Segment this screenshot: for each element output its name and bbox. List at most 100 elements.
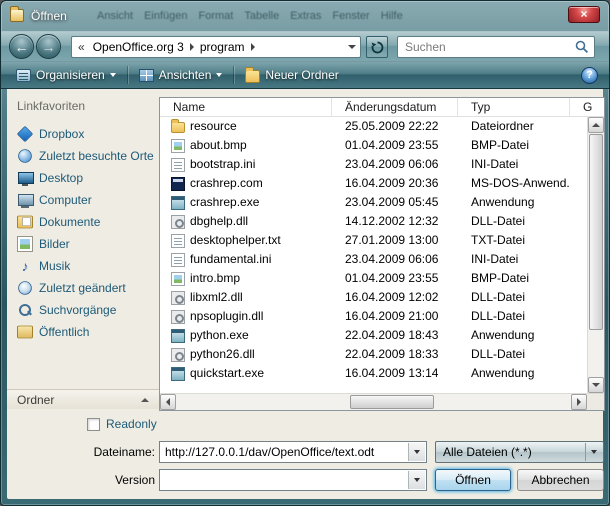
back-button[interactable]: ←	[9, 34, 34, 59]
scroll-left-button[interactable]	[160, 394, 176, 410]
file-size-cell	[570, 250, 587, 269]
documents-icon	[17, 216, 33, 229]
sidebar-item[interactable]: Dokumente	[17, 211, 159, 233]
column-header[interactable]: Name	[160, 98, 332, 116]
dll-icon	[171, 348, 185, 362]
file-name-cell: python.exe	[160, 326, 332, 345]
file-row[interactable]: bootstrap.ini23.04.2009 06:06INI-Datei	[160, 155, 587, 174]
file-row[interactable]: resource25.05.2009 22:22Dateiordner	[160, 117, 587, 136]
version-combobox[interactable]	[159, 469, 427, 491]
search-icon[interactable]	[575, 40, 589, 54]
breadcrumb-separator-icon[interactable]	[190, 43, 194, 51]
filetype-combobox[interactable]: Alle Dateien (*.*)	[435, 441, 604, 463]
scroll-up-button[interactable]	[588, 117, 604, 133]
vertical-scroll-thumb[interactable]	[589, 134, 603, 330]
file-row[interactable]: crashrep.com16.04.2009 20:36MS-DOS-Anwen…	[160, 174, 587, 193]
filename-row: Dateiname: Alle Dateien (*.*)	[7, 441, 603, 463]
column-header[interactable]: Änderungsdatum	[332, 98, 458, 116]
sidebar-item[interactable]: Öffentlich	[17, 321, 159, 343]
sidebar-item[interactable]: Zuletzt geändert	[17, 277, 159, 299]
file-row[interactable]: dbghelp.dll14.12.2002 12:32DLL-Datei	[160, 212, 587, 231]
arrow-left-icon	[166, 398, 170, 406]
organize-button[interactable]: Organisieren	[7, 65, 125, 85]
file-row[interactable]: python26.dll22.04.2009 18:33DLL-Datei	[160, 345, 587, 364]
file-date-cell: 25.05.2009 22:22	[332, 117, 458, 136]
forward-button[interactable]: →	[36, 34, 61, 59]
filename-input[interactable]	[160, 445, 426, 459]
column-header[interactable]: Typ	[458, 98, 570, 116]
horizontal-scrollbar[interactable]	[160, 394, 587, 410]
file-type-cell: MS-DOS-Anwend...	[458, 174, 570, 193]
sidebar-item[interactable]: Zuletzt besuchte Orte	[17, 145, 159, 167]
file-row[interactable]: quickstart.exe16.04.2009 13:14Anwendung	[160, 364, 587, 383]
address-history-dropdown-icon[interactable]	[348, 45, 356, 49]
sidebar-item[interactable]: ♪Musik	[17, 255, 159, 277]
horizontal-scroll-track[interactable]	[176, 394, 571, 410]
file-row[interactable]: npsoplugin.dll16.04.2009 21:00DLL-Datei	[160, 307, 587, 326]
file-type-cell: TXT-Datei	[458, 231, 570, 250]
file-date-cell: 23.04.2009 05:45	[332, 193, 458, 212]
open-button[interactable]: Öffnen	[435, 469, 511, 491]
title-bar[interactable]: Öffnen AnsichtEinfügenFormatTabelleExtra…	[1, 1, 609, 31]
sidebar-item-label: Computer	[39, 193, 92, 207]
sidebar-item-label: Zuletzt geändert	[39, 281, 126, 295]
new-folder-button[interactable]: Neuer Ordner	[236, 65, 347, 86]
command-toolbar: Organisieren Ansichten Neuer Ordner ?	[1, 61, 609, 89]
background-menu-item: Extras	[290, 10, 321, 22]
column-header[interactable]: G	[570, 98, 604, 116]
file-list: NameÄnderungsdatumTypG resource25.05.200…	[159, 97, 605, 411]
background-menu-item: Ansicht	[97, 10, 133, 22]
sidebar-item-label: Öffentlich	[39, 325, 89, 339]
version-dropdown-button[interactable]	[408, 471, 425, 489]
file-row[interactable]: crashrep.exe23.04.2009 05:45Anwendung	[160, 193, 587, 212]
readonly-checkbox[interactable]	[87, 418, 100, 431]
file-row[interactable]: desktophelper.txt27.01.2009 13:00TXT-Dat…	[160, 231, 587, 250]
file-row[interactable]: libxml2.dll16.04.2009 12:02DLL-Datei	[160, 288, 587, 307]
breadcrumb[interactable]: « OpenOffice.org 3 program	[71, 36, 361, 58]
scroll-down-button[interactable]	[588, 377, 604, 393]
desktop-icon	[17, 170, 33, 186]
search-input[interactable]	[403, 39, 575, 55]
horizontal-scroll-thumb[interactable]	[350, 395, 434, 409]
recent-places-icon	[18, 149, 32, 163]
folders-expander[interactable]: Ordner	[7, 389, 159, 409]
filename-dropdown-button[interactable]	[408, 443, 425, 461]
views-button[interactable]: Ansichten	[130, 65, 232, 85]
sidebar-item[interactable]: Bilder	[17, 233, 159, 255]
sidebar-item[interactable]: Desktop	[17, 167, 159, 189]
file-row[interactable]: python.exe22.04.2009 18:43Anwendung	[160, 326, 587, 345]
scroll-right-button[interactable]	[571, 394, 587, 410]
organize-icon	[16, 69, 31, 82]
file-row[interactable]: about.bmp01.04.2009 23:55BMP-Datei	[160, 136, 587, 155]
file-row[interactable]: intro.bmp01.04.2009 23:55BMP-Datei	[160, 269, 587, 288]
breadcrumb-overflow-chevron[interactable]: «	[78, 40, 85, 54]
file-date-cell: 22.04.2009 18:33	[332, 345, 458, 364]
version-row: Version Öffnen Abbrechen	[7, 469, 603, 491]
pictures-icon	[17, 236, 33, 252]
vertical-scrollbar[interactable]	[587, 117, 604, 393]
version-input[interactable]	[160, 473, 426, 487]
refresh-button[interactable]	[366, 36, 388, 58]
new-folder-icon	[245, 70, 260, 83]
sidebar-item[interactable]: Computer	[17, 189, 159, 211]
exe-icon	[171, 329, 185, 343]
views-label: Ansichten	[159, 68, 212, 82]
filename-combobox[interactable]	[159, 441, 427, 463]
dropbox-icon	[17, 126, 33, 142]
sidebar-item[interactable]: Suchvorgänge	[17, 299, 159, 321]
sidebar-item-label: Musik	[39, 259, 70, 273]
close-button[interactable]: ×	[568, 6, 600, 23]
help-button[interactable]: ?	[581, 67, 598, 84]
breadcrumb-item[interactable]: program	[196, 40, 249, 54]
cancel-button[interactable]: Abbrechen	[517, 469, 604, 491]
background-menu-item: Einfügen	[144, 10, 187, 22]
breadcrumb-separator-icon[interactable]	[251, 43, 255, 51]
search-box[interactable]	[397, 36, 595, 58]
new-folder-label: Neuer Ordner	[265, 68, 338, 82]
sidebar-item[interactable]: Dropbox	[17, 123, 159, 145]
file-size-cell	[570, 174, 587, 193]
breadcrumb-item[interactable]: OpenOffice.org 3	[89, 40, 188, 54]
file-row[interactable]: fundamental.ini23.04.2009 06:06INI-Datei	[160, 250, 587, 269]
filetype-dropdown-button[interactable]	[585, 443, 602, 461]
file-name: fundamental.ini	[190, 250, 271, 269]
